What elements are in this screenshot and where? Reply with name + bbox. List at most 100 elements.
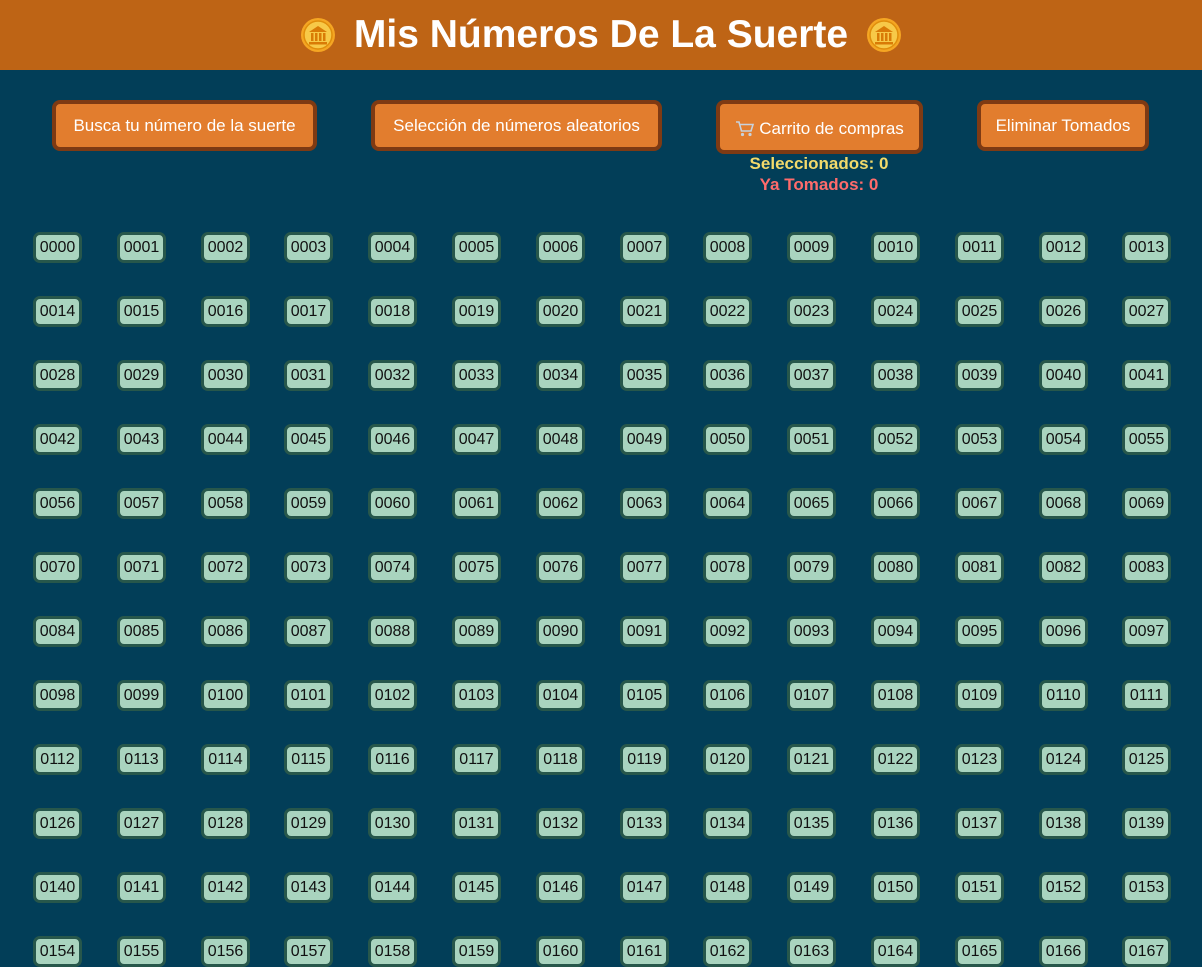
lucky-number-0112[interactable]: 0112 <box>33 744 82 775</box>
lucky-number-0127[interactable]: 0127 <box>117 808 166 839</box>
lucky-number-0053[interactable]: 0053 <box>955 424 1004 455</box>
lucky-number-0012[interactable]: 0012 <box>1039 232 1088 263</box>
lucky-number-0019[interactable]: 0019 <box>452 296 501 327</box>
lucky-number-0087[interactable]: 0087 <box>284 616 333 647</box>
lucky-number-0055[interactable]: 0055 <box>1122 424 1171 455</box>
lucky-number-0116[interactable]: 0116 <box>368 744 417 775</box>
lucky-number-0158[interactable]: 0158 <box>368 936 417 967</box>
lucky-number-0035[interactable]: 0035 <box>620 360 669 391</box>
lucky-number-0118[interactable]: 0118 <box>536 744 585 775</box>
lucky-number-0002[interactable]: 0002 <box>201 232 250 263</box>
lucky-number-0093[interactable]: 0093 <box>787 616 836 647</box>
lucky-number-0007[interactable]: 0007 <box>620 232 669 263</box>
lucky-number-0083[interactable]: 0083 <box>1122 552 1171 583</box>
lucky-number-0073[interactable]: 0073 <box>284 552 333 583</box>
lucky-number-0069[interactable]: 0069 <box>1122 488 1171 519</box>
lucky-number-0063[interactable]: 0063 <box>620 488 669 519</box>
remove-taken-button[interactable]: Eliminar Tomados <box>977 100 1149 151</box>
lucky-number-0139[interactable]: 0139 <box>1122 808 1171 839</box>
lucky-number-0151[interactable]: 0151 <box>955 872 1004 903</box>
lucky-number-0072[interactable]: 0072 <box>201 552 250 583</box>
lucky-number-0092[interactable]: 0092 <box>703 616 752 647</box>
lucky-number-0008[interactable]: 0008 <box>703 232 752 263</box>
lucky-number-0119[interactable]: 0119 <box>620 744 669 775</box>
lucky-number-0088[interactable]: 0088 <box>368 616 417 647</box>
lucky-number-0101[interactable]: 0101 <box>284 680 333 711</box>
lucky-number-0025[interactable]: 0025 <box>955 296 1004 327</box>
lucky-number-0135[interactable]: 0135 <box>787 808 836 839</box>
lucky-number-0096[interactable]: 0096 <box>1039 616 1088 647</box>
lucky-number-0064[interactable]: 0064 <box>703 488 752 519</box>
lucky-number-0095[interactable]: 0095 <box>955 616 1004 647</box>
lucky-number-0123[interactable]: 0123 <box>955 744 1004 775</box>
lucky-number-0010[interactable]: 0010 <box>871 232 920 263</box>
lucky-number-0023[interactable]: 0023 <box>787 296 836 327</box>
lucky-number-0167[interactable]: 0167 <box>1122 936 1171 967</box>
lucky-number-0115[interactable]: 0115 <box>284 744 333 775</box>
lucky-number-0030[interactable]: 0030 <box>201 360 250 391</box>
lucky-number-0065[interactable]: 0065 <box>787 488 836 519</box>
lucky-number-0130[interactable]: 0130 <box>368 808 417 839</box>
lucky-number-0089[interactable]: 0089 <box>452 616 501 647</box>
lucky-number-0066[interactable]: 0066 <box>871 488 920 519</box>
lucky-number-0086[interactable]: 0086 <box>201 616 250 647</box>
lucky-number-0057[interactable]: 0057 <box>117 488 166 519</box>
lucky-number-0144[interactable]: 0144 <box>368 872 417 903</box>
lucky-number-0027[interactable]: 0027 <box>1122 296 1171 327</box>
lucky-number-0107[interactable]: 0107 <box>787 680 836 711</box>
lucky-number-0110[interactable]: 0110 <box>1039 680 1088 711</box>
lucky-number-0068[interactable]: 0068 <box>1039 488 1088 519</box>
lucky-number-0156[interactable]: 0156 <box>201 936 250 967</box>
lucky-number-0043[interactable]: 0043 <box>117 424 166 455</box>
lucky-number-0126[interactable]: 0126 <box>33 808 82 839</box>
lucky-number-0050[interactable]: 0050 <box>703 424 752 455</box>
lucky-number-0076[interactable]: 0076 <box>536 552 585 583</box>
lucky-number-0046[interactable]: 0046 <box>368 424 417 455</box>
lucky-number-0164[interactable]: 0164 <box>871 936 920 967</box>
lucky-number-0143[interactable]: 0143 <box>284 872 333 903</box>
lucky-number-0146[interactable]: 0146 <box>536 872 585 903</box>
lucky-number-0045[interactable]: 0045 <box>284 424 333 455</box>
lucky-number-0106[interactable]: 0106 <box>703 680 752 711</box>
lucky-number-0015[interactable]: 0015 <box>117 296 166 327</box>
lucky-number-0061[interactable]: 0061 <box>452 488 501 519</box>
lucky-number-0067[interactable]: 0067 <box>955 488 1004 519</box>
lucky-number-0014[interactable]: 0014 <box>33 296 82 327</box>
lucky-number-0136[interactable]: 0136 <box>871 808 920 839</box>
lucky-number-0091[interactable]: 0091 <box>620 616 669 647</box>
lucky-number-0097[interactable]: 0097 <box>1122 616 1171 647</box>
lucky-number-0098[interactable]: 0098 <box>33 680 82 711</box>
lucky-number-0132[interactable]: 0132 <box>536 808 585 839</box>
lucky-number-0051[interactable]: 0051 <box>787 424 836 455</box>
lucky-number-0052[interactable]: 0052 <box>871 424 920 455</box>
lucky-number-0017[interactable]: 0017 <box>284 296 333 327</box>
lucky-number-0049[interactable]: 0049 <box>620 424 669 455</box>
lucky-number-0133[interactable]: 0133 <box>620 808 669 839</box>
lucky-number-0094[interactable]: 0094 <box>871 616 920 647</box>
lucky-number-0005[interactable]: 0005 <box>452 232 501 263</box>
lucky-number-0037[interactable]: 0037 <box>787 360 836 391</box>
lucky-number-0070[interactable]: 0070 <box>33 552 82 583</box>
lucky-number-0026[interactable]: 0026 <box>1039 296 1088 327</box>
lucky-number-0003[interactable]: 0003 <box>284 232 333 263</box>
lucky-number-0047[interactable]: 0047 <box>452 424 501 455</box>
lucky-number-0128[interactable]: 0128 <box>201 808 250 839</box>
lucky-number-0090[interactable]: 0090 <box>536 616 585 647</box>
lucky-number-0120[interactable]: 0120 <box>703 744 752 775</box>
lucky-number-0114[interactable]: 0114 <box>201 744 250 775</box>
lucky-number-0041[interactable]: 0041 <box>1122 360 1171 391</box>
lucky-number-0022[interactable]: 0022 <box>703 296 752 327</box>
lucky-number-0152[interactable]: 0152 <box>1039 872 1088 903</box>
lucky-number-0048[interactable]: 0048 <box>536 424 585 455</box>
lucky-number-0034[interactable]: 0034 <box>536 360 585 391</box>
lucky-number-0104[interactable]: 0104 <box>536 680 585 711</box>
lucky-number-0021[interactable]: 0021 <box>620 296 669 327</box>
lucky-number-0084[interactable]: 0084 <box>33 616 82 647</box>
lucky-number-0149[interactable]: 0149 <box>787 872 836 903</box>
random-selection-button[interactable]: Selección de números aleatorios <box>371 100 662 151</box>
lucky-number-0129[interactable]: 0129 <box>284 808 333 839</box>
lucky-number-0044[interactable]: 0044 <box>201 424 250 455</box>
lucky-number-0080[interactable]: 0080 <box>871 552 920 583</box>
lucky-number-0000[interactable]: 0000 <box>33 232 82 263</box>
lucky-number-0054[interactable]: 0054 <box>1039 424 1088 455</box>
